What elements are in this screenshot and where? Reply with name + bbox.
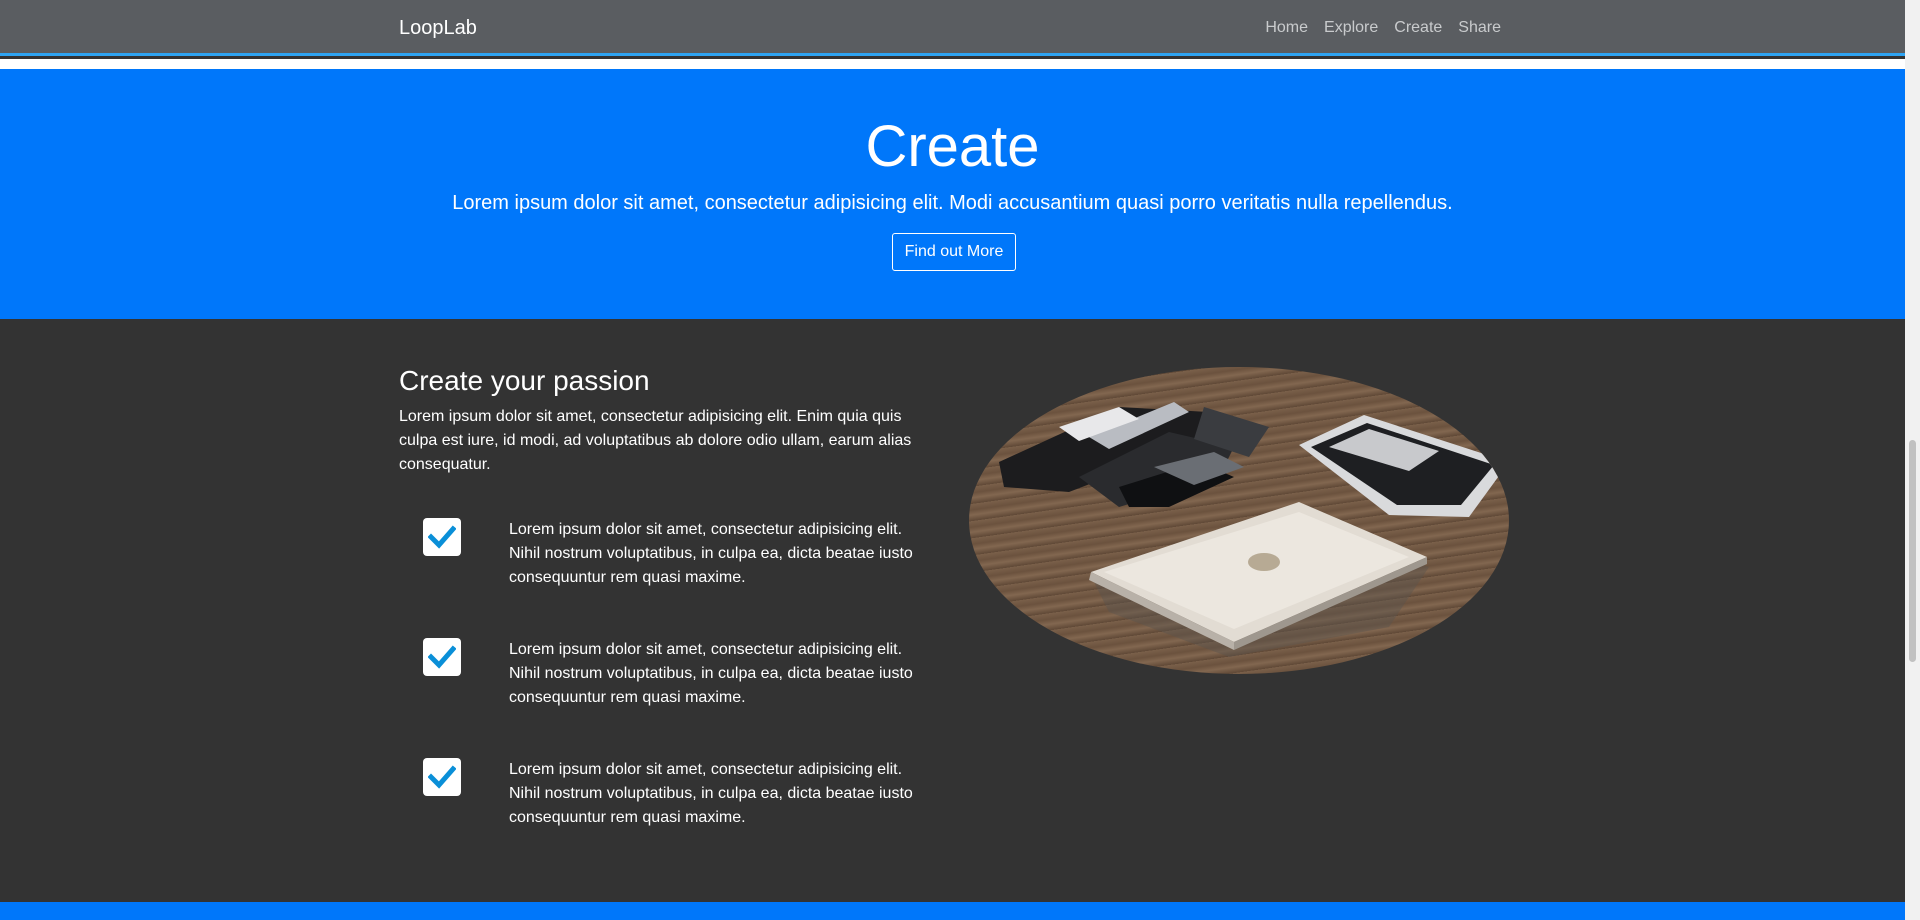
feature-text: Lorem ipsum dolor sit amet, consectetur … [509, 521, 913, 586]
devices-illustration [999, 402, 1509, 657]
nav-link-create[interactable]: Create [1394, 19, 1442, 36]
nav-link-explore[interactable]: Explore [1324, 19, 1378, 36]
hero-title: Create [865, 114, 1040, 179]
nav-item: Home [1265, 18, 1308, 38]
section-text: Lorem ipsum dolor sit amet, consectetur … [399, 408, 912, 473]
nav-item: Explore [1324, 18, 1378, 38]
check-icon [423, 518, 461, 556]
nav-link-home[interactable]: Home [1265, 19, 1308, 36]
page: LoopLab Home Explore Create Share Create… [0, 0, 1905, 920]
brand-logo[interactable]: LoopLab [399, 16, 477, 40]
feature-item: Lorem ipsum dolor sit amet, consectetur … [399, 758, 919, 838]
footer-strip [0, 902, 1905, 920]
navbar: LoopLab Home Explore Create Share [0, 0, 1905, 56]
scrollbar-thumb[interactable] [1909, 440, 1916, 662]
feature-item: Lorem ipsum dolor sit amet, consectetur … [399, 518, 919, 598]
nav-item: Share [1458, 18, 1501, 38]
hero-text: Lorem ipsum dolor sit amet, consectetur … [452, 192, 1453, 214]
find-out-more-button[interactable]: Find out More [892, 233, 1016, 271]
check-icon [423, 638, 461, 676]
nav-link-share[interactable]: Share [1458, 19, 1501, 36]
nav-links: Home Explore Create Share [1265, 18, 1501, 38]
scrollbar[interactable] [1905, 0, 1920, 920]
feature-section: Create your passion Lorem ipsum dolor si… [0, 319, 1905, 902]
hero-section: Create Lorem ipsum dolor sit amet, conse… [0, 69, 1905, 319]
section-title: Create your passion [399, 365, 650, 396]
tablet [1299, 415, 1509, 517]
laptop [1089, 502, 1429, 657]
feature-text: Lorem ipsum dolor sit amet, consectetur … [509, 761, 913, 826]
phone-stack [999, 402, 1269, 507]
nav-item: Create [1394, 18, 1442, 38]
check-icon [423, 758, 461, 796]
divider [0, 59, 1905, 69]
feature-item: Lorem ipsum dolor sit amet, consectetur … [399, 638, 919, 718]
feature-text: Lorem ipsum dolor sit amet, consectetur … [509, 641, 913, 706]
devices-photo [969, 367, 1509, 674]
